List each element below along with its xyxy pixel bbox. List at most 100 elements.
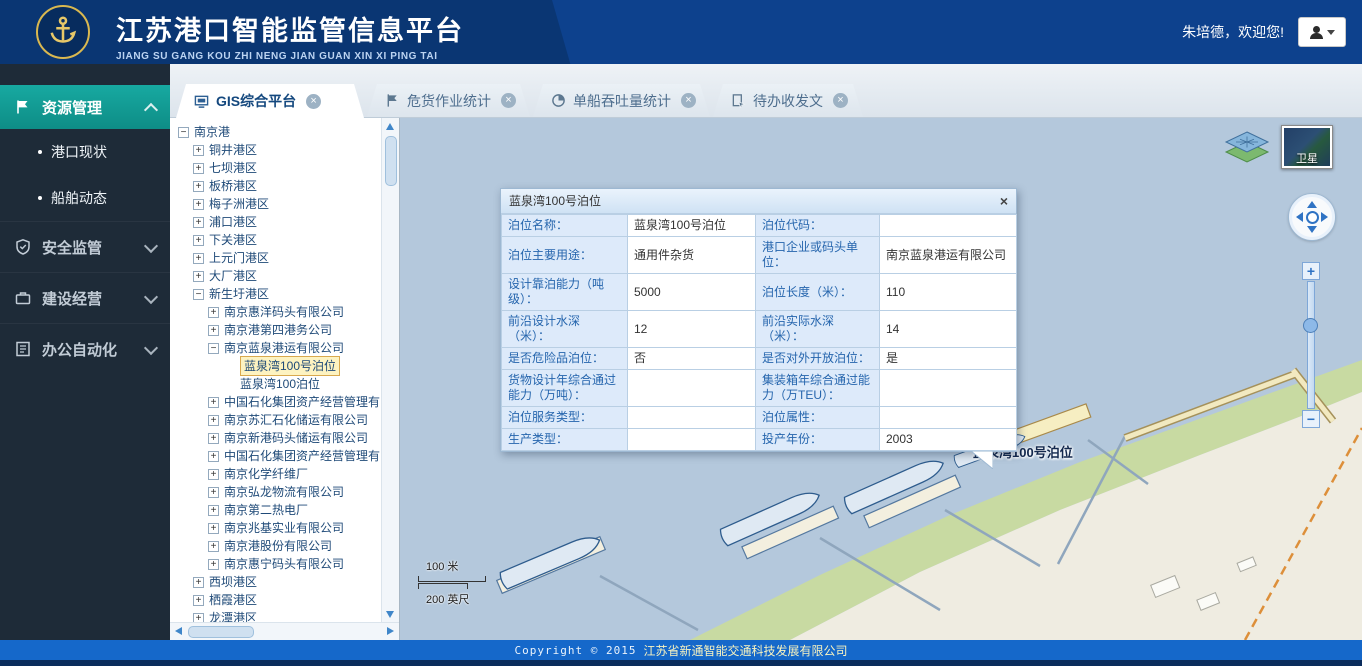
tree-item-label[interactable]: 南京新港码头储运有限公司 [224,429,368,447]
tree-item-label[interactable]: 七坝港区 [209,159,257,177]
tree-item-label[interactable]: 南京第二热电厂 [224,501,308,519]
pan-center-dot[interactable] [1306,211,1319,224]
tab-pending-documents[interactable]: 待办收发文 [713,84,863,117]
tree-item-label[interactable]: 蓝泉湾100号泊位 [240,356,340,376]
tree-item[interactable]: 南京港 [170,123,382,141]
satellite-toggle-button[interactable]: 卫星 [1281,125,1333,169]
expand-icon[interactable] [208,397,219,408]
expand-icon[interactable] [193,181,204,192]
tree-item[interactable]: 上元门港区 [170,249,382,267]
tree-item-label[interactable]: 新生圩港区 [209,285,269,303]
horizontal-scrollbar[interactable] [170,622,399,640]
close-icon[interactable] [681,93,696,108]
tree-item[interactable]: 南京惠宁码头有限公司 [170,555,382,573]
tree-item-label[interactable]: 中国石化集团资产经营管理有 [224,393,380,411]
map-canvas[interactable]: 蓝泉湾100号泊位 蓝泉湾100号泊位 泊位名称： 蓝泉湾100号泊位 泊位代码… [400,118,1362,640]
expand-icon[interactable] [193,217,204,228]
scrollbar-thumb[interactable] [385,136,397,186]
tree-item-label[interactable]: 南京惠宁码头有限公司 [224,555,344,573]
tree-item[interactable]: 梅子洲港区 [170,195,382,213]
tree-item[interactable]: 浦口港区 [170,213,382,231]
tree-item-label[interactable]: 梅子洲港区 [209,195,269,213]
tree-item-label[interactable]: 南京港 [194,123,230,141]
tree-item-label[interactable]: 南京弘龙物流有限公司 [224,483,344,501]
tree-item[interactable]: 南京港第四港务公司 [170,321,382,339]
scroll-up-icon[interactable] [386,123,394,130]
expand-icon[interactable] [208,505,219,516]
tree-item[interactable]: 蓝泉湾100泊位 [170,375,382,393]
scrollbar-thumb[interactable] [188,626,254,638]
tree-item[interactable]: 中国石化集团资产经营管理有 [170,393,382,411]
close-icon[interactable] [501,93,516,108]
tree-item[interactable]: 南京惠洋码头有限公司 [170,303,382,321]
expand-icon[interactable] [208,469,219,480]
expand-icon[interactable] [193,235,204,246]
vertical-scrollbar[interactable] [381,118,399,623]
sidebar-item-safety-supervision[interactable]: 安全监管 [0,221,170,272]
close-icon[interactable] [833,93,848,108]
tree-item[interactable]: 南京蓝泉港运有限公司 [170,339,382,357]
sidebar-item-port-status[interactable]: 港口现状 [0,129,170,175]
tree-item[interactable]: 南京化学纤维厂 [170,465,382,483]
tree-item[interactable]: 南京兆基实业有限公司 [170,519,382,537]
tree-item[interactable]: 栖霞港区 [170,591,382,609]
pan-control[interactable] [1289,194,1335,240]
expand-icon[interactable] [208,451,219,462]
layers-icon[interactable] [1222,130,1272,168]
tree-item-label[interactable]: 南京惠洋码头有限公司 [224,303,344,321]
tree-item[interactable]: 南京第二热电厂 [170,501,382,519]
collapse-icon[interactable] [178,127,189,138]
sidebar-item-office-automation[interactable]: 办公自动化 [0,323,170,374]
expand-icon[interactable] [208,487,219,498]
zoom-in-button[interactable] [1302,262,1320,280]
zoom-out-button[interactable] [1302,410,1320,428]
expand-icon[interactable] [208,559,219,570]
tree-item[interactable]: 南京弘龙物流有限公司 [170,483,382,501]
expand-icon[interactable] [208,325,219,336]
tree-item-label[interactable]: 西坝港区 [209,573,257,591]
expand-icon[interactable] [208,523,219,534]
tree-item[interactable]: 龙潭港区 [170,609,382,623]
tree-item-label[interactable]: 南京蓝泉港运有限公司 [224,339,344,357]
zoom-slider-track[interactable] [1307,281,1315,409]
scroll-right-icon[interactable] [387,627,394,635]
tree-item[interactable]: 中国石化集团资产经营管理有 [170,447,382,465]
tree-item-label[interactable]: 南京兆基实业有限公司 [224,519,344,537]
tree-item-label[interactable]: 板桥港区 [209,177,257,195]
tree-item-label[interactable]: 铜井港区 [209,141,257,159]
scroll-down-icon[interactable] [386,611,394,618]
tree-item[interactable]: 大厂港区 [170,267,382,285]
tree-item[interactable]: 南京港股份有限公司 [170,537,382,555]
tree-item[interactable]: 七坝港区 [170,159,382,177]
tree-item-label[interactable]: 南京苏汇石化储运有限公司 [224,411,368,429]
expand-icon[interactable] [208,415,219,426]
tree-item-selected[interactable]: 蓝泉湾100号泊位 [170,357,382,375]
close-icon[interactable] [306,94,321,109]
tree-item[interactable]: 下关港区 [170,231,382,249]
expand-icon[interactable] [193,145,204,156]
expand-icon[interactable] [193,163,204,174]
tree-item-label[interactable]: 上元门港区 [209,249,269,267]
zoom-slider-handle[interactable] [1303,318,1318,333]
expand-icon[interactable] [208,541,219,552]
pan-up-arrow[interactable] [1307,201,1317,208]
tree-item[interactable]: 西坝港区 [170,573,382,591]
tree-item-label[interactable]: 蓝泉湾100泊位 [240,375,320,393]
tree-item[interactable]: 铜井港区 [170,141,382,159]
tree-item[interactable]: 南京新港码头储运有限公司 [170,429,382,447]
tree-item-label[interactable]: 中国石化集团资产经营管理有 [224,447,380,465]
sidebar-item-construction[interactable]: 建设经营 [0,272,170,323]
pan-right-arrow[interactable] [1321,212,1328,222]
expand-icon[interactable] [193,199,204,210]
expand-icon[interactable] [193,271,204,282]
collapse-icon[interactable] [193,289,204,300]
tree-item[interactable]: 新生圩港区 [170,285,382,303]
tree-item-label[interactable]: 南京港股份有限公司 [224,537,332,555]
scroll-left-icon[interactable] [175,627,182,635]
expand-icon[interactable] [193,253,204,264]
tree-item-label[interactable]: 下关港区 [209,231,257,249]
collapse-icon[interactable] [208,343,219,354]
expand-icon[interactable] [193,577,204,588]
tree-item-label[interactable]: 南京化学纤维厂 [224,465,308,483]
tree-item-label[interactable]: 南京港第四港务公司 [224,321,332,339]
